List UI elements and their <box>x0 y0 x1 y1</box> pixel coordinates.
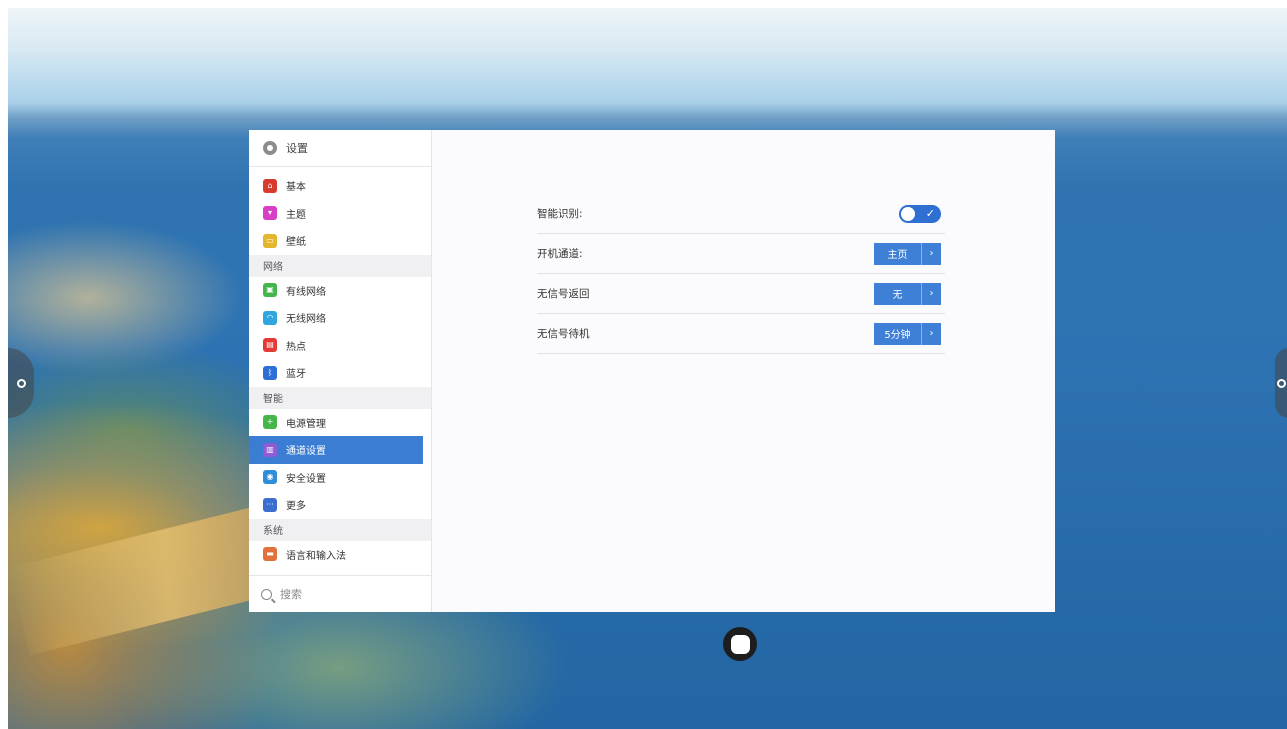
sidebar-item[interactable]: ▤ 热点 <box>249 332 423 360</box>
gear-icon <box>263 141 277 155</box>
sidebar-item-label: 主题 <box>286 209 306 221</box>
setting-row-no-signal-return: 无信号返回 无 › <box>537 274 945 314</box>
sidebar-menu: ⌂ 基本 ▾ 主题 ▭ 壁纸 网络 ▣ 有线网络 ◠ 无线网络 ▤ 热点 ᛒ 蓝牙 智能 + 电源管理 ▥ 通道设置 ◉… <box>249 167 431 575</box>
power-icon: + <box>263 415 277 430</box>
boot-channel-label: 开机通道: <box>537 248 583 260</box>
sidebar-item[interactable]: ᛒ 蓝牙 <box>249 359 423 387</box>
sidebar-item-label: 语言和输入法 <box>286 550 346 562</box>
sidebar-search[interactable]: 搜索 <box>249 575 431 612</box>
chevron-right-icon: › <box>929 328 934 339</box>
image-icon: ▭ <box>263 233 277 248</box>
sidebar-section-header: 系统 <box>249 518 431 541</box>
sidebar-item[interactable]: ▣ 有线网络 <box>249 277 423 305</box>
handle-circle-icon <box>16 378 26 388</box>
more-icon: ··· <box>263 497 277 512</box>
sidebar-item-label: 安全设置 <box>286 473 326 485</box>
sidebar-item-label: 蓝牙 <box>286 369 306 381</box>
chevron-right-icon: › <box>929 248 934 259</box>
no-signal-return-value: 无 <box>874 282 922 305</box>
ethernet-icon: ▣ <box>263 283 277 298</box>
check-icon: ✓ <box>925 206 935 220</box>
smart-recognition-toggle[interactable]: ✓ <box>899 204 941 223</box>
sidebar-item[interactable]: ⌂ 基本 <box>249 172 423 200</box>
sidebar-header: 设置 <box>249 130 431 167</box>
shirt-icon: ▾ <box>263 206 277 221</box>
keyboard-icon: ▬ <box>263 547 277 562</box>
no-signal-standby-label: 无信号待机 <box>537 328 590 340</box>
handle-circle-icon <box>1277 378 1286 388</box>
home-icon: ⌂ <box>263 178 277 193</box>
shield-icon: ◉ <box>263 470 277 485</box>
sidebar-item-label: 通道设置 <box>286 446 326 458</box>
sidebar-item[interactable]: ▾ 主题 <box>249 200 423 228</box>
sidebar-item[interactable]: ◉ 安全设置 <box>249 464 423 492</box>
sidebar-item[interactable]: ◠ 无线网络 <box>249 304 423 332</box>
hotspot-icon: ▤ <box>263 338 277 353</box>
right-sidebar-handle[interactable] <box>1275 348 1287 418</box>
search-placeholder: 搜索 <box>280 588 302 601</box>
no-signal-standby-value: 5分钟 <box>874 322 922 345</box>
sidebar-item-label: 更多 <box>286 501 306 513</box>
setting-row-no-signal-standby: 无信号待机 5分钟 › <box>537 314 945 354</box>
sidebar-item-label: 热点 <box>286 341 306 353</box>
no-signal-return-selector[interactable]: 无 › <box>874 282 941 305</box>
no-signal-standby-selector[interactable]: 5分钟 › <box>874 322 941 345</box>
boot-channel-selector[interactable]: 主页 › <box>874 242 941 265</box>
search-icon <box>261 588 272 600</box>
setting-row-boot-channel: 开机通道: 主页 › <box>537 234 945 274</box>
channel-settings-pane: 智能识别: ✓ 开机通道: 主页 › 无信号返回 无 › 无信号待机 5分钟 › <box>432 130 1055 612</box>
sidebar-item-label: 壁纸 <box>286 237 306 249</box>
sidebar-item[interactable]: ▬ 语言和输入法 <box>249 541 423 569</box>
boot-channel-value: 主页 <box>874 242 922 265</box>
sidebar-item-label: 电源管理 <box>286 418 326 430</box>
home-button[interactable] <box>723 627 757 661</box>
chevron-right-icon: › <box>929 288 934 299</box>
sidebar-item-label: 基本 <box>286 182 306 194</box>
sidebar-item[interactable]: + 电源管理 <box>249 409 423 437</box>
bluetooth-icon: ᛒ <box>263 365 277 380</box>
sidebar-item[interactable]: ▥ 通道设置 <box>249 436 423 464</box>
sidebar-section-header: 智能 <box>249 386 431 409</box>
smart-recognition-label: 智能识别: <box>537 208 583 220</box>
home-icon <box>730 634 750 654</box>
settings-sidebar: 设置 ⌂ 基本 ▾ 主题 ▭ 壁纸网络 ▣ 有线网络 ◠ 无线网络 ▤ 热点 ᛒ 蓝牙智能 + 电源管理 ▥ 通道… <box>249 130 432 612</box>
sidebar-title: 设置 <box>286 142 308 155</box>
settings-window: 设置 ⌂ 基本 ▾ 主题 ▭ 壁纸网络 ▣ 有线网络 ◠ 无线网络 ▤ 热点 ᛒ 蓝牙智能 + 电源管理 ▥ 通道… <box>249 130 1055 612</box>
sidebar-item[interactable]: ··· 更多 <box>249 491 423 519</box>
sidebar-item-label: 有线网络 <box>286 286 326 298</box>
sidebar-section-header: 网络 <box>249 254 431 277</box>
sidebar-item-label: 无线网络 <box>286 314 326 326</box>
channel-icon: ▥ <box>263 442 277 457</box>
toggle-knob <box>901 206 915 221</box>
sidebar-item[interactable]: ▭ 壁纸 <box>249 227 423 255</box>
wifi-icon: ◠ <box>263 310 277 325</box>
no-signal-return-label: 无信号返回 <box>537 288 590 300</box>
setting-row-smart-recognition: 智能识别: ✓ <box>537 194 945 234</box>
